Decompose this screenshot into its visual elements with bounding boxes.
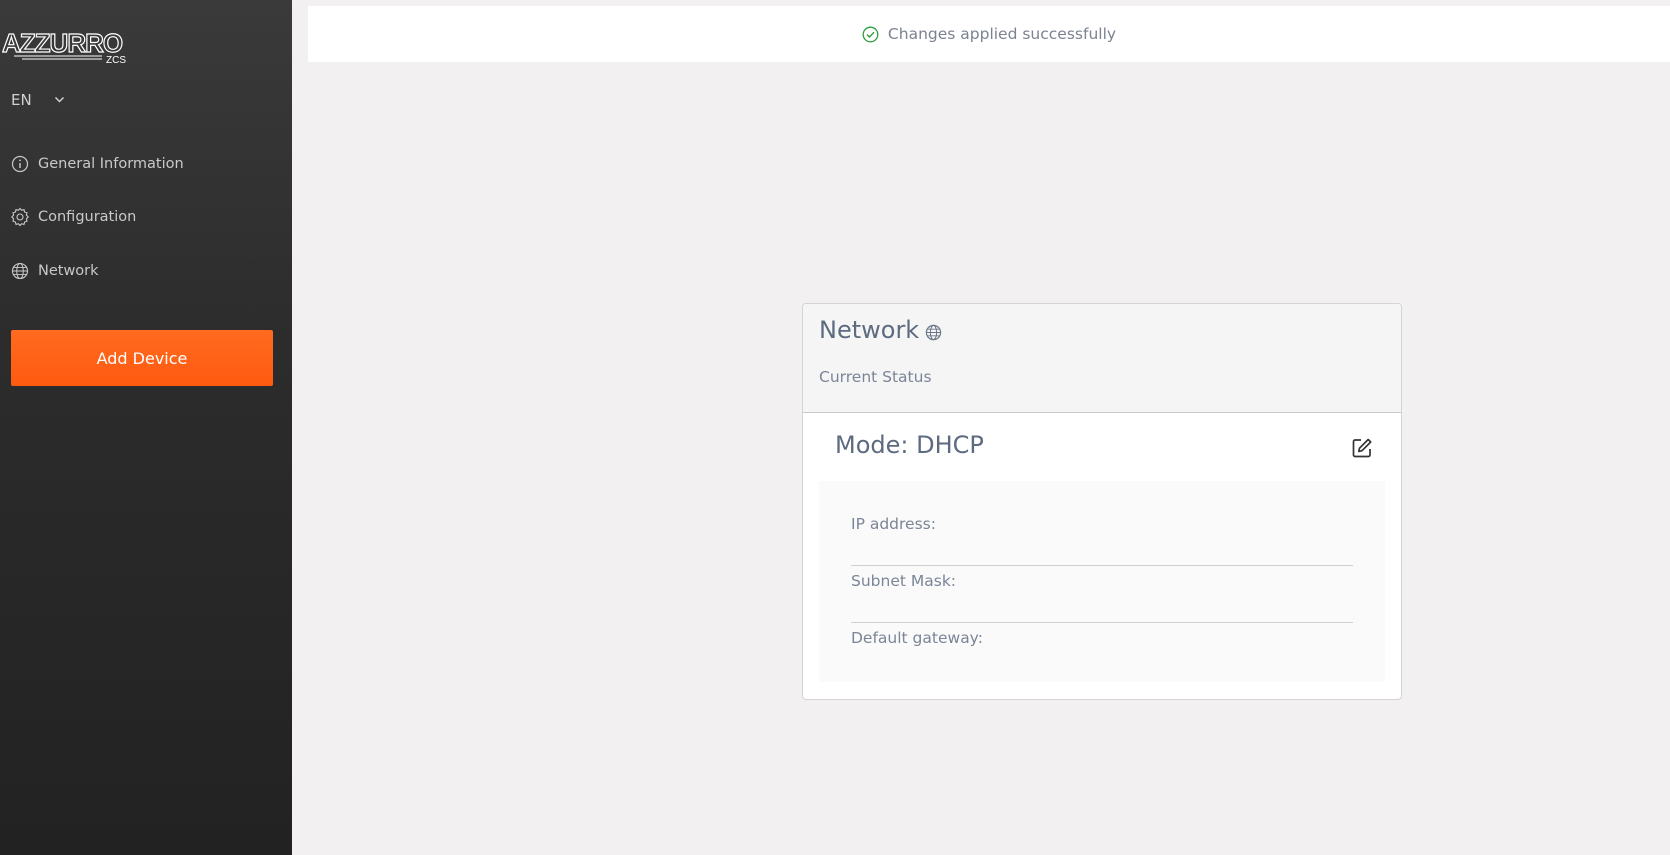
mode-label: Mode: DHCP: [835, 431, 984, 459]
svg-text:AZZURRO: AZZURRO: [2, 28, 123, 58]
success-toast: Changes applied successfully: [308, 6, 1670, 62]
sidebar-item-label: Network: [38, 263, 99, 279]
sidebar-item-label: Configuration: [38, 209, 137, 225]
gear-icon: [10, 207, 30, 227]
globe-icon: [925, 324, 942, 341]
svg-text:ZCS: ZCS: [106, 55, 126, 64]
card-title-text: Network: [819, 316, 920, 344]
language-selected: EN: [11, 91, 32, 109]
mode-row: Mode: DHCP: [835, 431, 1373, 459]
network-card-subtitle: Current Status: [819, 368, 932, 386]
chevron-down-icon: [54, 96, 65, 104]
sidebar-item-general-information[interactable]: General Information: [10, 154, 184, 174]
sidebar-item-label: General Information: [38, 156, 184, 172]
azzurro-logo[interactable]: AZZURRO ZCS: [1, 24, 130, 66]
check-circle-icon: [862, 26, 879, 43]
subnet-mask-row: Subnet Mask:: [851, 566, 1353, 623]
ip-address-row: IP address:: [851, 509, 1353, 566]
sidebar: AZZURRO ZCS EN General Information Confi…: [0, 0, 292, 855]
network-card-header: Network Current Status: [803, 304, 1401, 413]
network-details: IP address: Subnet Mask: Default gateway…: [819, 481, 1385, 682]
info-icon: [10, 154, 30, 174]
add-device-button[interactable]: Add Device: [11, 330, 273, 386]
globe-icon: [10, 261, 30, 281]
edit-icon[interactable]: [1351, 437, 1373, 459]
sidebar-item-network[interactable]: Network: [10, 261, 99, 281]
default-gateway-row: Default gateway:: [851, 629, 983, 647]
network-card: Network Current Status Mode: DHCP IP add: [802, 303, 1402, 700]
sidebar-item-configuration[interactable]: Configuration: [10, 207, 136, 227]
language-selector[interactable]: EN: [11, 91, 65, 109]
toast-message: Changes applied successfully: [887, 25, 1117, 43]
network-card-title: Network: [819, 316, 1385, 344]
